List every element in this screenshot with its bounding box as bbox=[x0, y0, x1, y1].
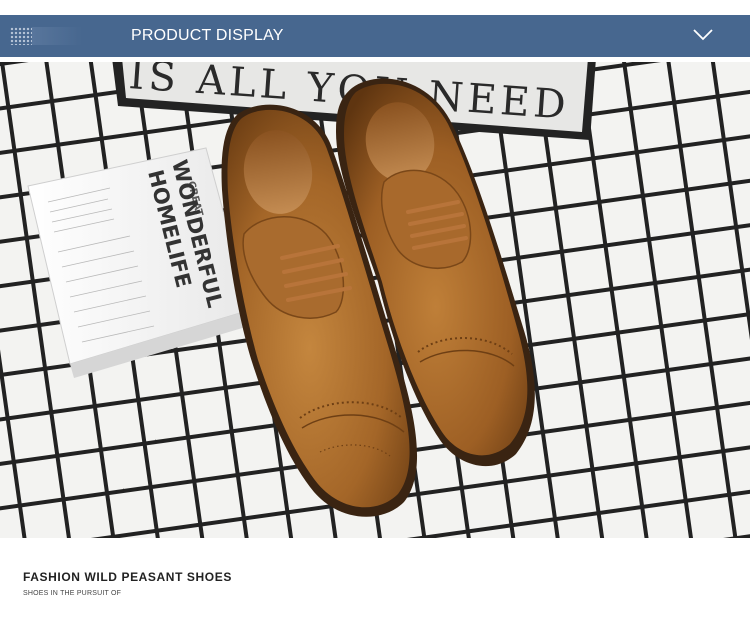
dots-grid-icon bbox=[10, 27, 32, 45]
product-caption-subtitle: SHOES IN THE PURSUIT OF bbox=[23, 590, 122, 597]
header-decoration bbox=[32, 27, 82, 45]
product-caption-title: FASHION WILD PEASANT SHOES bbox=[23, 570, 232, 584]
product-display-page: PRODUCT DISPLAY IS ALL NEED CREAT WONDER… bbox=[0, 0, 750, 620]
chevron-down-icon[interactable] bbox=[692, 26, 714, 42]
section-header: PRODUCT DISPLAY bbox=[0, 15, 750, 57]
product-photo: IS ALL YOU NEED bbox=[0, 62, 750, 538]
section-title: PRODUCT DISPLAY bbox=[131, 27, 284, 44]
